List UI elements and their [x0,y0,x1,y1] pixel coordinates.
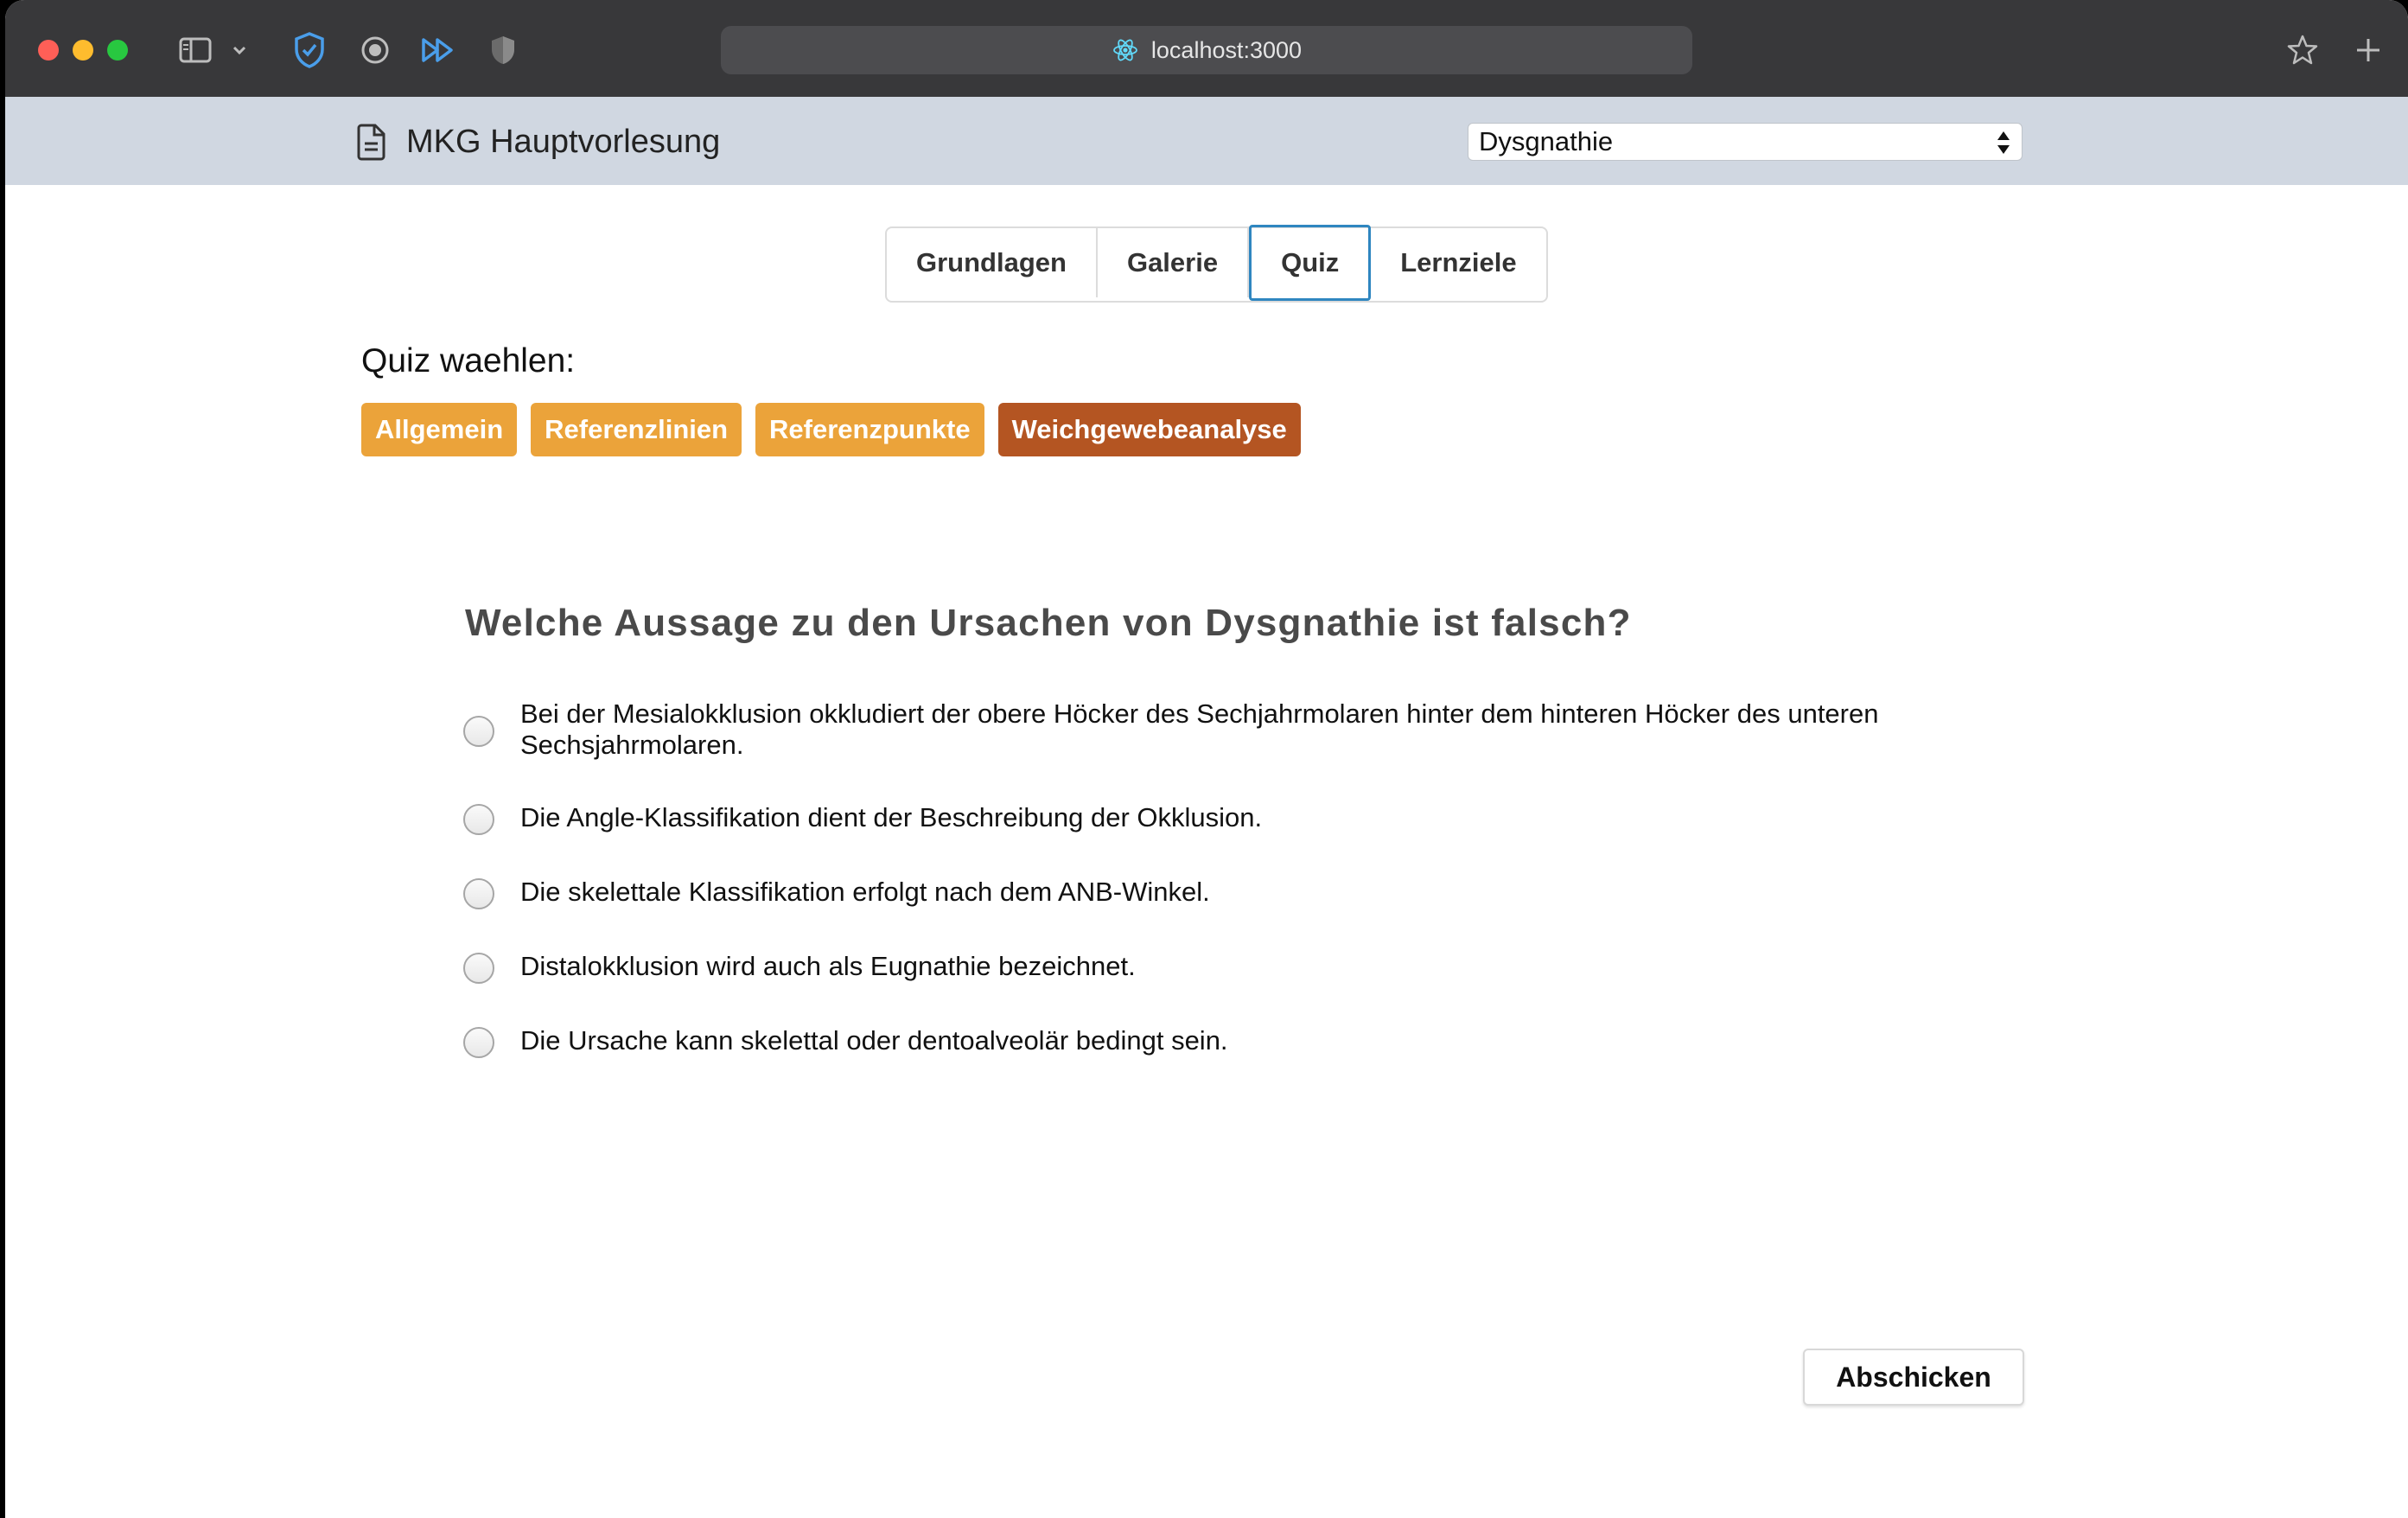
select-arrows-icon [1997,131,2010,154]
answer-text: Die Angle-Klassifikation dient der Besch… [520,802,1263,832]
tab-label: Lernziele [1400,247,1517,277]
record-icon[interactable] [356,31,394,69]
answer-option[interactable]: Die Angle-Klassifikation dient der Besch… [463,802,1984,835]
answer-text: Die skelettale Klassifikation erfolgt na… [520,877,1210,907]
tab-label: Quiz [1281,247,1340,277]
browser-window: localhost:3000 MKG Hauptvorlesung Dysgna… [5,0,2408,1518]
section-tabs: Grundlagen Galerie Quiz Lernziele [885,225,1548,303]
answer-text: Bei der Mesialokklusion okkludiert der o… [520,698,1878,761]
answer-text-line: Bei der Mesialokklusion okkludiert der o… [520,698,1879,729]
tab-label: Grundlagen [916,247,1067,277]
answer-text: Die Ursache kann skelettal oder dentoalv… [520,1025,1228,1056]
fast-forward-icon[interactable] [418,31,460,69]
close-window-button[interactable] [38,40,59,61]
answer-radio[interactable] [463,716,494,747]
answer-option[interactable]: Bei der Mesialokklusion okkludiert der o… [463,698,1984,761]
react-favicon-icon [1113,39,1137,61]
chevron-down-icon[interactable] [226,31,252,69]
tab-quiz[interactable]: Quiz [1249,225,1372,301]
submit-button[interactable]: Abschicken [1803,1349,2024,1406]
app-header: MKG Hauptvorlesung Dysgnathie [5,97,2408,185]
answer-radio[interactable] [463,878,494,909]
shield-check-icon[interactable] [290,31,328,69]
sidebar-toggle-icon[interactable] [175,31,216,69]
app-brand[interactable]: MKG Hauptvorlesung [356,118,720,166]
minimize-window-button[interactable] [73,40,93,61]
tab-grundlagen[interactable]: Grundlagen [887,228,1098,297]
answer-radio[interactable] [463,953,494,984]
quiz-button-weichgewebeanalyse[interactable]: Weichgewebeanalyse [997,403,1301,456]
answer-option[interactable]: Die skelettale Klassifikation erfolgt na… [463,877,1984,909]
quiz-chooser-label: Quiz waehlen: [361,342,576,380]
answer-options: Bei der Mesialokklusion okkludiert der o… [463,698,1984,1100]
url-text: localhost:3000 [1150,36,1303,63]
privacy-shield-icon[interactable] [486,31,520,69]
topic-select[interactable]: Dysgnathie [1468,123,2023,161]
app-title: MKG Hauptvorlesung [406,123,721,160]
quiz-chooser-buttons: Allgemein Referenzlinien Referenzpunkte … [361,403,1301,456]
answer-option[interactable]: Die Ursache kann skelettal oder dentoalv… [463,1025,1984,1058]
address-bar[interactable]: localhost:3000 [721,26,1692,74]
bookmark-star-icon[interactable] [2284,31,2322,69]
quiz-button-allgemein[interactable]: Allgemein [361,403,518,456]
question-title: Welche Aussage zu den Ursachen von Dysgn… [465,602,1632,644]
tab-label: Galerie [1126,247,1219,277]
topic-select-value: Dysgnathie [1479,126,1614,156]
quiz-button-referenzlinien[interactable]: Referenzlinien [531,403,742,456]
answer-option[interactable]: Distalokklusion wird auch als Eugnathie … [463,951,1984,984]
tab-lernziele[interactable]: Lernziele [1371,228,1545,297]
document-icon [357,124,385,161]
answer-text: Distalokklusion wird auch als Eugnathie … [520,951,1136,981]
browser-toolbar: localhost:3000 [5,0,2408,98]
answer-text-line: Sechsjahrmolaren. [520,730,744,760]
quiz-button-referenzpunkte[interactable]: Referenzpunkte [755,403,984,456]
new-tab-plus-icon[interactable] [2349,31,2387,69]
answer-radio[interactable] [463,804,494,835]
tab-galerie[interactable]: Galerie [1098,228,1250,297]
zoom-window-button[interactable] [107,40,128,61]
answer-radio[interactable] [463,1027,494,1058]
